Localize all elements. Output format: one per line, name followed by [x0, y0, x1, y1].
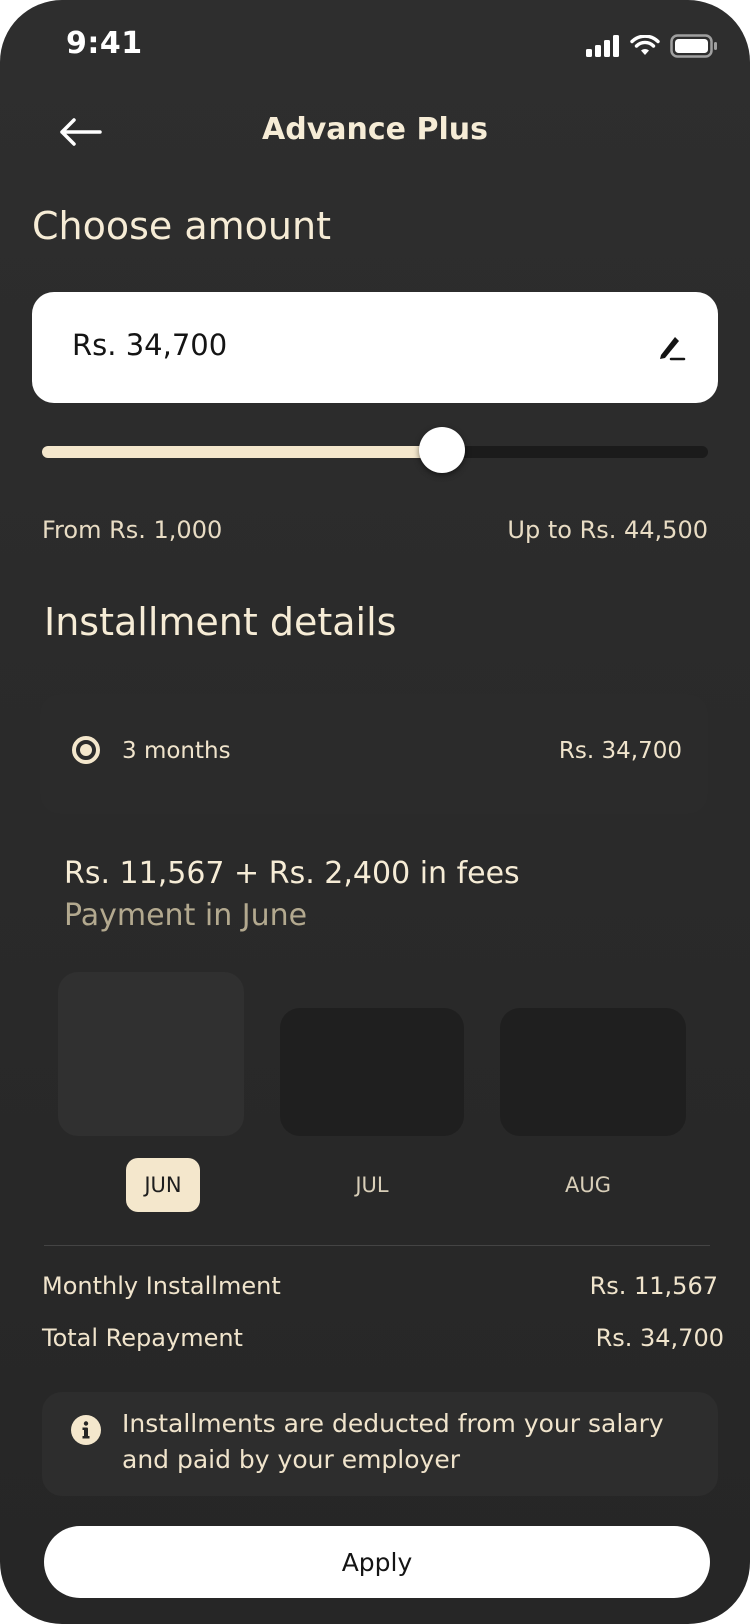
cellular-signal-icon	[586, 35, 619, 57]
status-bar: 9:41	[0, 0, 750, 92]
page-title: Advance Plus	[262, 112, 488, 147]
month-tab-jul[interactable]: JUL	[335, 1158, 409, 1212]
amount-slider[interactable]	[42, 427, 708, 473]
range-max-label: Up to Rs. 44,500	[507, 516, 708, 544]
month-bar-jul[interactable]	[280, 1008, 464, 1136]
installment-details-heading: Installment details	[44, 600, 397, 644]
battery-icon	[670, 34, 717, 58]
range-min-label: From Rs. 1,000	[42, 516, 223, 544]
info-icon	[71, 1415, 101, 1445]
info-text: Installments are deducted from your sala…	[122, 1409, 664, 1474]
choose-amount-heading: Choose amount	[32, 204, 331, 248]
installment-option-3-months[interactable]: 3 months Rs. 34,700	[40, 694, 708, 814]
option-amount: Rs. 34,700	[558, 738, 682, 764]
payment-breakdown: Rs. 11,567 + Rs. 2,400 in fees	[64, 856, 520, 891]
top-bar: Advance Plus	[0, 100, 750, 164]
month-bar-jun[interactable]	[58, 972, 244, 1136]
total-repayment-value: Rs. 34,700	[595, 1324, 724, 1352]
info-banner: Installments are deducted from your sala…	[42, 1392, 718, 1496]
amount-value: Rs. 34,700	[72, 328, 228, 362]
month-tab-jun[interactable]: JUN	[126, 1158, 200, 1212]
edit-amount-button[interactable]	[656, 332, 686, 362]
pencil-icon	[660, 337, 686, 361]
radio-button-selected[interactable]	[72, 736, 100, 764]
slider-fill	[42, 446, 442, 458]
option-label: 3 months	[122, 738, 231, 764]
status-time: 9:41	[66, 26, 143, 61]
apply-button[interactable]: Apply	[44, 1526, 710, 1598]
phone-screen: 9:41 Advance Plus Choose amount Rs. 34,7…	[0, 0, 750, 1624]
month-tab-aug[interactable]: AUG	[551, 1158, 625, 1212]
status-icons	[586, 34, 718, 58]
divider	[44, 1245, 710, 1246]
monthly-installment-label: Monthly Installment	[42, 1272, 281, 1300]
total-repayment-label: Total Repayment	[42, 1324, 243, 1352]
month-bar-aug[interactable]	[500, 1008, 686, 1136]
payment-month-text: Payment in June	[64, 898, 308, 933]
monthly-installment-value: Rs. 11,567	[589, 1272, 718, 1300]
slider-thumb[interactable]	[418, 427, 465, 473]
amount-input[interactable]: Rs. 34,700	[32, 292, 718, 403]
wifi-icon	[630, 35, 660, 55]
